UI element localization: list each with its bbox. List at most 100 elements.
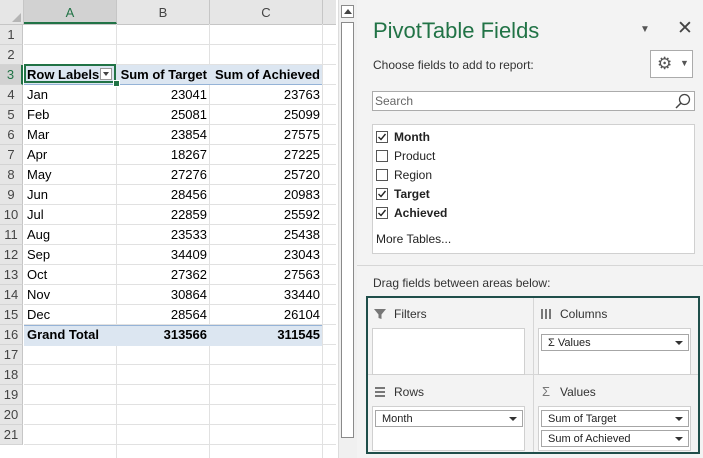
value-cell[interactable]: 23041 [117,85,207,105]
filters-dropzone[interactable] [372,328,525,375]
row-header[interactable]: 10 [0,205,23,225]
row-header[interactable]: 9 [0,185,23,205]
value-cell[interactable]: 27276 [117,165,207,185]
row-header[interactable]: 1 [0,25,23,45]
row-label-cell[interactable]: Feb [27,105,116,125]
more-tables-link[interactable]: More Tables... [376,232,451,246]
grand-total-cell[interactable]: Grand Total [27,325,116,345]
value-cell[interactable]: 23854 [117,125,207,145]
row-header[interactable]: 15 [0,305,23,325]
filter-icon [374,309,386,319]
sigma-icon: Σ [541,384,551,399]
row-header[interactable]: 12 [0,245,23,265]
row-header[interactable]: 6 [0,125,23,145]
row-header[interactable]: 18 [0,365,23,385]
column-header-c[interactable]: C [210,0,323,24]
value-cell[interactable]: 27362 [117,265,207,285]
rows-dropzone[interactable]: Month [372,406,525,451]
row-label-cell[interactable]: Nov [27,285,116,305]
row-header[interactable]: 11 [0,225,23,245]
value-cell[interactable]: 25438 [210,225,320,245]
value-cell[interactable]: 23763 [210,85,320,105]
row-header[interactable]: 21 [0,425,23,445]
pane-options-chevron-icon[interactable]: ▼ [640,24,650,35]
scroll-up-button[interactable] [341,5,354,18]
value-cell[interactable]: 33440 [210,285,320,305]
row-header[interactable]: 16 [0,325,23,345]
values-sum-achieved-pill[interactable]: Sum of Achieved [541,430,689,447]
value-cell[interactable]: 30864 [117,285,207,305]
scroll-thumb[interactable] [341,22,354,438]
chevron-down-icon: ▼ [680,58,689,68]
chevron-down-icon[interactable] [675,417,683,421]
row-label-cell[interactable]: Jan [27,85,116,105]
row-header[interactable]: 2 [0,45,23,65]
checkbox[interactable] [376,169,388,181]
value-cell[interactable]: 18267 [117,145,207,165]
close-icon[interactable]: ✕ [677,17,693,40]
row-header[interactable]: 4 [0,85,23,105]
row-header[interactable]: 20 [0,405,23,425]
spreadsheet-grid[interactable]: A B C 1 2 3 4 5 6 7 8 9 10 11 12 13 14 15 16 17 18 19 20 21 … [0,0,336,458]
row-labels-filter-button[interactable] [100,68,112,80]
grand-total-cell[interactable]: 313566 [117,325,207,345]
chevron-down-icon[interactable] [509,417,517,421]
fill-handle[interactable] [113,80,120,87]
grand-total-cell[interactable]: 311545 [210,325,320,345]
field-search[interactable] [372,91,695,111]
row-label-cell[interactable]: Sep [27,245,116,265]
value-cell[interactable]: 25720 [210,165,320,185]
checkbox-checked[interactable] [376,207,388,219]
pivot-header-cell[interactable]: Sum of Target [117,65,207,85]
value-cell[interactable]: 25081 [117,105,207,125]
value-cell[interactable]: 27563 [210,265,320,285]
chevron-down-icon[interactable] [675,341,683,345]
select-all-corner[interactable] [0,0,24,24]
checkbox-checked[interactable] [376,188,388,200]
vertical-scrollbar[interactable] [338,0,357,458]
columns-values-pill[interactable]: Σ Values [541,334,689,351]
pivot-header-cell[interactable]: Sum of Achieved [210,65,320,85]
value-cell[interactable]: 26104 [210,305,320,325]
value-cell[interactable]: 20983 [210,185,320,205]
value-cell[interactable]: 27575 [210,125,320,145]
rows-month-pill[interactable]: Month [375,410,523,427]
value-cell[interactable]: 23533 [117,225,207,245]
chevron-down-icon[interactable] [675,437,683,441]
value-cell[interactable]: 28456 [117,185,207,205]
values-dropzone[interactable]: Sum of Target Sum of Achieved [538,406,691,451]
pill-label: Month [382,413,413,425]
row-label-cell[interactable]: Dec [27,305,116,325]
checkbox-checked[interactable] [376,131,388,143]
value-cell[interactable]: 27225 [210,145,320,165]
values-sum-target-pill[interactable]: Sum of Target [541,410,689,427]
row-header[interactable]: 5 [0,105,23,125]
row-header[interactable]: 19 [0,385,23,405]
value-cell[interactable]: 25099 [210,105,320,125]
search-icon[interactable] [674,93,692,110]
row-header[interactable]: 17 [0,345,23,365]
value-cell[interactable]: 23043 [210,245,320,265]
column-header-a[interactable]: A [24,0,117,24]
row-label-cell[interactable]: Jun [27,185,116,205]
row-label-cell[interactable]: Jul [27,205,116,225]
checkbox[interactable] [376,150,388,162]
row-header[interactable]: 14 [0,285,23,305]
row-label-cell[interactable]: Oct [27,265,116,285]
tools-button[interactable]: ⚙ ▼ [650,50,693,78]
value-cell[interactable]: 28564 [117,305,207,325]
row-label-cell[interactable]: May [27,165,116,185]
value-cell[interactable]: 25592 [210,205,320,225]
search-input[interactable] [374,93,675,109]
value-cell[interactable]: 34409 [117,245,207,265]
row-header[interactable]: 8 [0,165,23,185]
row-header[interactable]: 7 [0,145,23,165]
columns-dropzone[interactable]: Σ Values [538,328,691,375]
row-header[interactable]: 13 [0,265,23,285]
row-label-cell[interactable]: Aug [27,225,116,245]
row-header[interactable]: 3 [0,65,23,85]
value-cell[interactable]: 22859 [117,205,207,225]
row-label-cell[interactable]: Mar [27,125,116,145]
row-label-cell[interactable]: Apr [27,145,116,165]
column-header-b[interactable]: B [117,0,210,24]
